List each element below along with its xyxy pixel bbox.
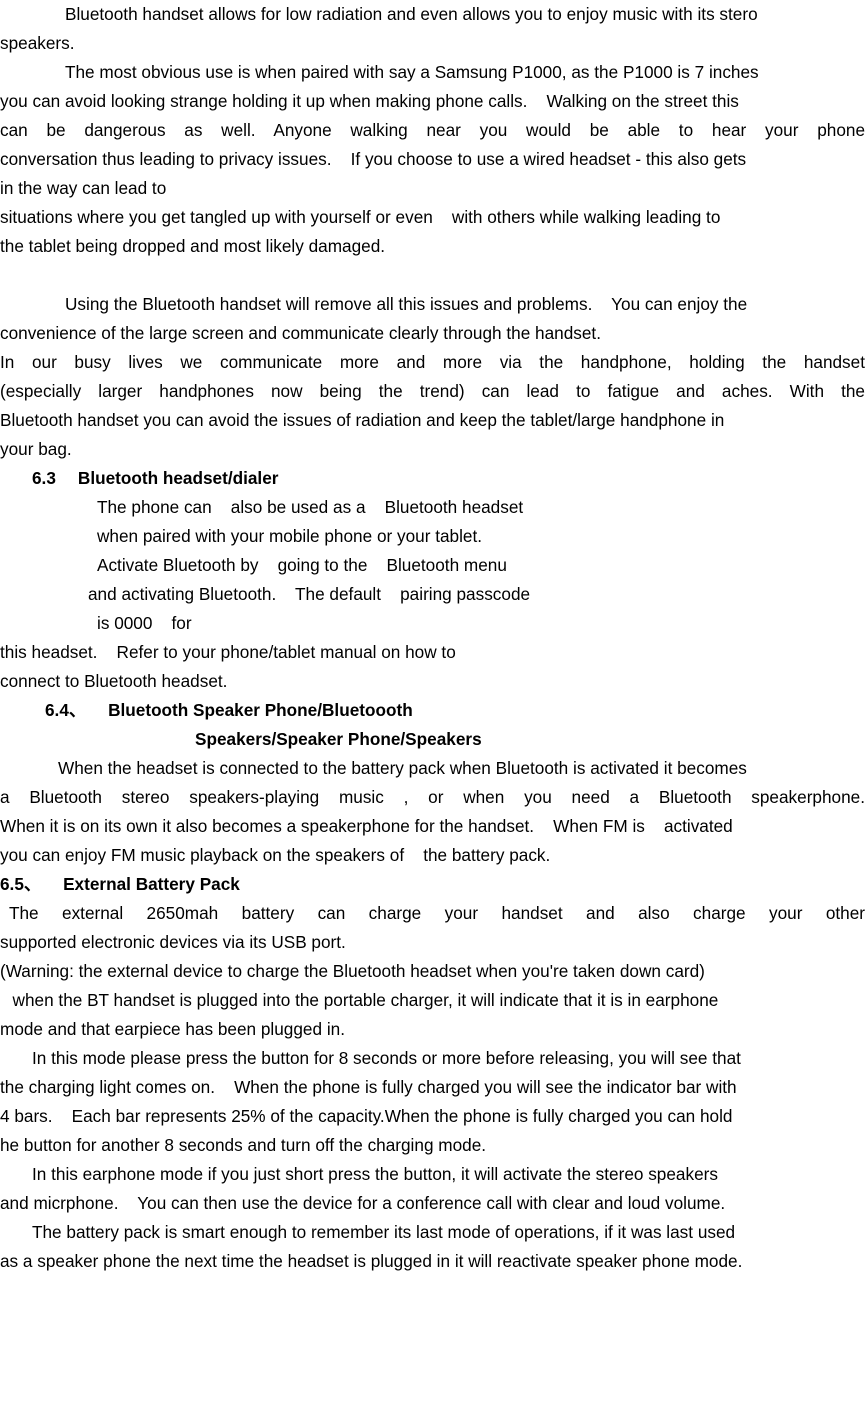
body-line: Using the Bluetooth handset will remove … [65,294,748,314]
body-line: (Warning: the external device to charge … [0,961,705,981]
document-page: Bluetooth handset allows for low radiati… [0,0,865,1417]
body-line: in the way can lead to [0,178,167,198]
body-line: The phone can also be used as a Bluetoot… [97,497,524,517]
section-number-6-3: 6.3 [32,468,56,488]
body-line: when the BT handset is plugged into the … [3,990,719,1010]
section-title-6-4-line-1: Bluetooth Speaker Phone/Bluetoooth [108,700,413,720]
body-line: your bag. [0,439,72,459]
body-line: this headset. Refer to your phone/tablet… [0,642,456,662]
body-line: can be dangerous as well. Anyone walking… [0,120,865,140]
body-line: and micrphone. You can then use the devi… [0,1193,726,1213]
body-line: when paired with your mobile phone or yo… [97,526,483,546]
section-number-6-4: 6.4、 [45,700,87,720]
body-line: In this earphone mode if you just short … [32,1164,718,1184]
body-line: is 0000 for [97,613,192,633]
section-number-6-5: 6.5、 [0,874,42,894]
body-line: Bluetooth handset allows for low radiati… [65,4,758,24]
section-heading-6-3: 6.3 Bluetooth headset/dialer [0,464,865,493]
body-line: The external 2650mah battery can charge … [9,903,865,923]
body-line: When it is on its own it also becomes a … [0,816,733,836]
body-line: convenience of the large screen and comm… [0,323,601,343]
body-line: 4 bars. Each bar represents 25% of the c… [0,1106,733,1126]
section-heading-6-5: 6.5、 External Battery Pack [0,870,865,899]
body-line: The battery pack is smart enough to reme… [32,1222,736,1242]
body-line: Bluetooth handset you can avoid the issu… [0,410,725,430]
body-line: situations where you get tangled up with… [0,207,721,227]
body-line: Activate Bluetooth by going to the Bluet… [97,555,507,575]
body-line: When the headset is connected to the bat… [58,758,747,778]
body-line: the tablet being dropped and most likely… [0,236,386,256]
body-line: you can avoid looking strange holding it… [0,91,739,111]
body-line: In this mode please press the button for… [32,1048,741,1068]
body-line: conversation thus leading to privacy iss… [0,149,747,169]
body-line: speakers. [0,33,75,53]
body-line: the charging light comes on. When the ph… [0,1077,737,1097]
body-line: The most obvious use is when paired with… [65,62,759,82]
body-line: you can enjoy FM music playback on the s… [0,845,551,865]
section-heading-6-4: 6.4、 Bluetooth Speaker Phone/Bluetoooth [0,696,865,725]
body-line: a Bluetooth stereo speakers-playing musi… [0,787,865,807]
body-line: he button for another 8 seconds and turn… [0,1135,487,1155]
section-title-6-4-line-2: Speakers/Speaker Phone/Speakers [195,729,482,749]
body-line: as a speaker phone the next time the hea… [0,1251,743,1271]
section-title-6-3: Bluetooth headset/dialer [77,468,279,488]
body-line: supported electronic devices via its USB… [0,932,346,952]
body-line: mode and that earpiece has been plugged … [0,1019,345,1039]
body-line: connect to Bluetooth headset. [0,671,228,691]
body-line: and activating Bluetooth. The default pa… [88,584,531,604]
body-line: (especially larger handphones now being … [0,381,865,401]
section-title-6-5: External Battery Pack [63,874,240,894]
body-line: In our busy lives we communicate more an… [0,352,865,372]
